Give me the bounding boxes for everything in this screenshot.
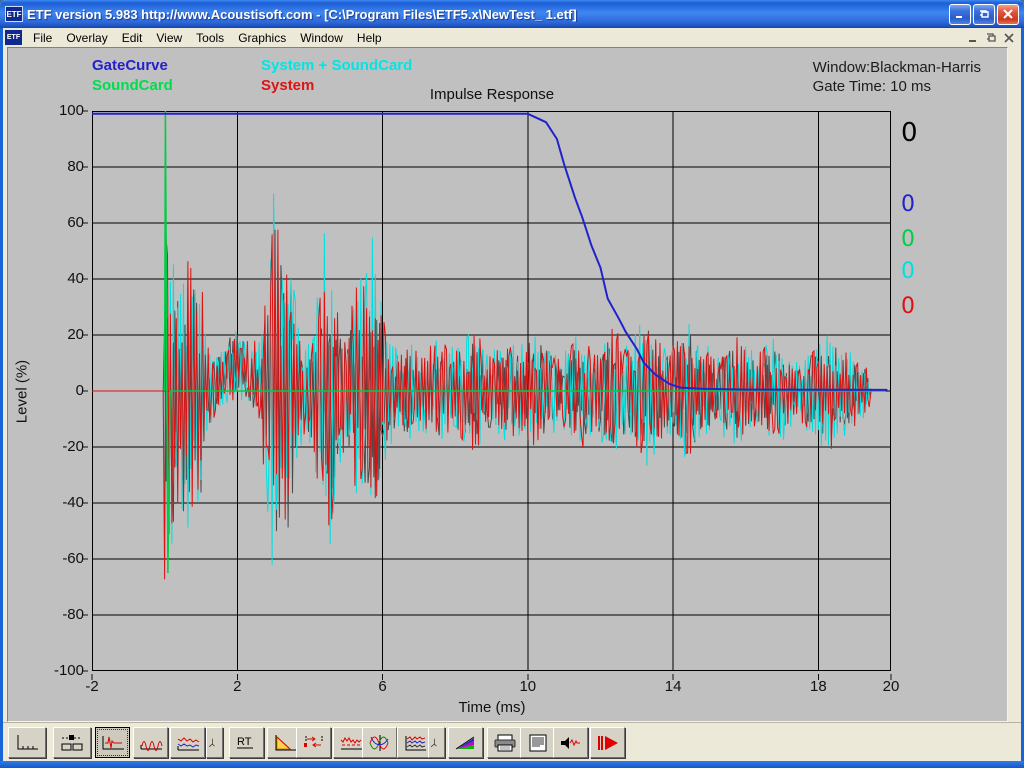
restore-icon	[978, 8, 990, 20]
y-tick-label: 80	[8, 158, 84, 175]
curve-offset-value: 0	[901, 294, 915, 319]
x-tick-label: 18	[788, 678, 848, 695]
x-tick-label: -2	[62, 678, 122, 695]
title-bar[interactable]: ETF ETF version 5.983 http://www.Acousti…	[0, 0, 1024, 28]
rotate-axis-button[interactable]	[206, 727, 223, 758]
app-icon: ETF	[5, 6, 23, 22]
mdi-restore-icon	[986, 33, 996, 43]
x-axis-label: Time (ms)	[342, 699, 642, 716]
mdi-minimize-icon	[968, 33, 978, 43]
gatearrows-icon	[300, 733, 328, 753]
minimize-button[interactable]	[949, 4, 971, 25]
legend-item: GateCurve	[92, 56, 261, 76]
notes-button[interactable]	[520, 727, 555, 758]
y-tick-label: 20	[8, 326, 84, 343]
reverb-time-button[interactable]: RT	[229, 727, 264, 758]
window-gate-info: Window:Blackman-Harris Gate Time: 10 ms	[813, 58, 981, 96]
y-tick-label: 100	[8, 102, 84, 119]
corner-icon	[429, 733, 444, 753]
speaker-icon	[557, 733, 585, 753]
sinetrain-icon	[137, 733, 165, 753]
panels-icon	[58, 733, 86, 753]
overlay-icon	[174, 733, 202, 753]
speaker-test-button[interactable]	[553, 727, 588, 758]
window-border-left	[0, 28, 3, 761]
printer-icon	[491, 733, 519, 753]
corner-icon	[207, 733, 222, 753]
curve-offset-value: 0	[901, 227, 915, 252]
gate-markers-button[interactable]	[296, 727, 331, 758]
y-tick-label: -40	[8, 494, 84, 511]
curve-offset-value: 0	[901, 192, 915, 217]
mdi-restore-button[interactable]	[982, 30, 999, 45]
mdi-close-button[interactable]	[1000, 30, 1017, 45]
y-tick-label: -20	[8, 438, 84, 455]
rt-icon: RT	[233, 733, 261, 753]
y-tick-label: -60	[8, 550, 84, 567]
sine-train-button[interactable]	[133, 727, 168, 758]
dashwave-icon	[337, 733, 365, 753]
close-icon	[1002, 8, 1014, 20]
chart-title: Impulse Response	[342, 86, 642, 103]
document-icon	[524, 733, 552, 753]
axes-icon	[13, 733, 41, 753]
menu-item-graphics[interactable]: Graphics	[231, 29, 293, 47]
panels-button[interactable]	[53, 727, 91, 758]
y-tick-label: -100	[8, 662, 84, 679]
y-tick-label: 40	[8, 270, 84, 287]
y-tick-label: 0	[8, 382, 84, 399]
plot-area[interactable]	[92, 111, 891, 671]
gate-time-label: Gate Time: 10 ms	[813, 77, 981, 96]
legend-item: SoundCard	[92, 76, 261, 96]
menu-item-window[interactable]: Window	[293, 29, 350, 47]
chart-panel: GateCurveSystem + SoundCardSoundCardSyst…	[7, 47, 1008, 722]
spectrum-wedge-button[interactable]	[448, 727, 483, 758]
curve-offset-value: 0	[901, 118, 918, 148]
play-icon	[594, 733, 622, 753]
menu-item-edit[interactable]: Edit	[115, 29, 150, 47]
close-button[interactable]	[997, 4, 1019, 25]
menu-bar: ETF FileOverlayEditViewToolsGraphicsWind…	[3, 28, 1021, 47]
print-button[interactable]	[487, 727, 522, 758]
decay-icon	[271, 733, 299, 753]
window-title: ETF version 5.983 http://www.Acoustisoft…	[27, 7, 949, 22]
wedge-icon	[452, 733, 480, 753]
waterfall-button[interactable]	[397, 727, 432, 758]
phasesines-icon	[366, 733, 394, 753]
y-tick-label: -80	[8, 606, 84, 623]
waterfall-icon	[401, 733, 429, 753]
app-window: ETF ETF version 5.983 http://www.Acousti…	[0, 0, 1024, 768]
svg-text:RT: RT	[237, 736, 252, 748]
window-border-bottom	[0, 761, 1024, 768]
menu-item-view[interactable]: View	[149, 29, 189, 47]
x-tick-label: 10	[498, 678, 558, 695]
window-function-label: Window:Blackman-Harris	[813, 58, 981, 77]
series-gatecurve	[92, 114, 887, 390]
phase-curves-button[interactable]	[362, 727, 397, 758]
legend-item: System + SoundCard	[261, 56, 412, 76]
restore-button[interactable]	[973, 4, 995, 25]
mdi-close-icon	[1004, 33, 1014, 43]
x-tick-label: 6	[353, 678, 413, 695]
minimize-icon	[954, 8, 966, 20]
mdi-minimize-button[interactable]	[964, 30, 981, 45]
curve-offset-value: 0	[901, 259, 915, 284]
rotate-axis-2-button[interactable]	[428, 727, 445, 758]
toolbar: RT	[3, 722, 1021, 761]
impulse-icon	[99, 733, 127, 753]
x-tick-label: 20	[861, 678, 921, 695]
menu-item-file[interactable]: File	[26, 29, 59, 47]
y-tick-label: 60	[8, 214, 84, 231]
play-measure-button[interactable]	[590, 727, 625, 758]
menu-item-tools[interactable]: Tools	[189, 29, 231, 47]
menu-item-help[interactable]: Help	[350, 29, 389, 47]
x-tick-label: 2	[207, 678, 267, 695]
x-tick-label: 14	[643, 678, 703, 695]
impulse-response-button[interactable]	[95, 727, 130, 758]
overlay-curves-button[interactable]	[170, 727, 205, 758]
document-icon-etf[interactable]: ETF	[5, 30, 22, 45]
menu-item-overlay[interactable]: Overlay	[59, 29, 114, 47]
axes-button[interactable]	[8, 727, 46, 758]
